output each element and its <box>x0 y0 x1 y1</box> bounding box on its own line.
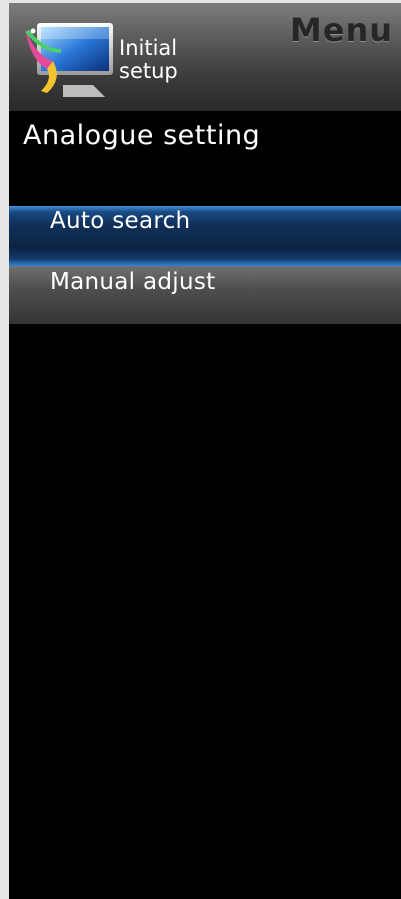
menu-list: Auto search Manual adjust <box>9 206 401 324</box>
menu-item-label: Auto search <box>50 208 191 234</box>
menu-item-auto-search[interactable]: Auto search <box>9 206 401 266</box>
tv-menu-screen: Initial setup Menu Analogue setting Auto… <box>9 3 401 899</box>
initial-setup-label: Initial setup <box>119 37 178 83</box>
menu-title: Menu <box>289 11 393 49</box>
initial-setup-icon <box>25 23 113 97</box>
setup-label-line2: setup <box>119 59 178 83</box>
menu-item-manual-adjust[interactable]: Manual adjust <box>9 266 401 324</box>
section-title: Analogue setting <box>23 120 261 151</box>
menu-header: Initial setup Menu <box>9 3 401 111</box>
setup-label-line1: Initial <box>119 36 178 60</box>
menu-item-label: Manual adjust <box>50 269 216 295</box>
